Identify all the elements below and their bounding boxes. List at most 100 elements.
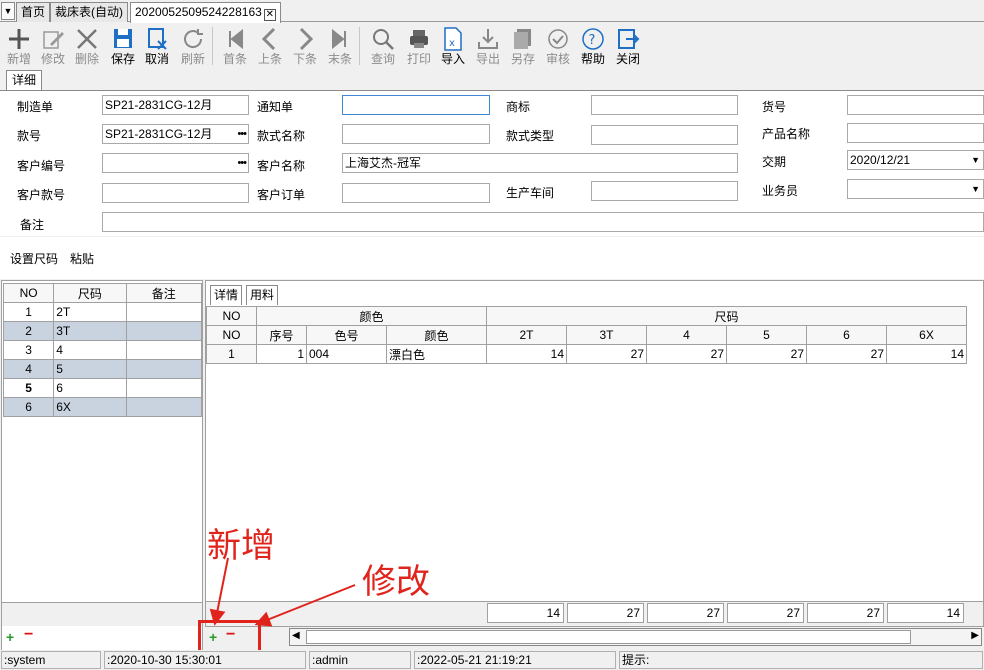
col-no-header[interactable]: NO bbox=[2, 283, 55, 303]
save-as-button[interactable]: 另存 bbox=[506, 24, 540, 68]
customer-name-field[interactable]: 上海艾杰-冠军 bbox=[342, 153, 738, 173]
note-cell[interactable] bbox=[125, 321, 203, 341]
table-row[interactable]: 1 1 004 漂白色 14 27 27 27 27 14 bbox=[206, 344, 967, 364]
salesman-dropdown[interactable]: ▼ bbox=[847, 179, 984, 199]
close-button[interactable]: 关闭 bbox=[611, 24, 645, 68]
tab-order[interactable]: 2020052509524228163 ✕ bbox=[130, 2, 281, 23]
customer-code-field[interactable]: ••• bbox=[102, 153, 249, 173]
tab-material[interactable]: 用料 bbox=[246, 285, 279, 305]
query-button[interactable]: 查询 bbox=[366, 24, 400, 68]
qty-cell[interactable]: 14 bbox=[486, 344, 567, 364]
scrollbar-thumb[interactable] bbox=[306, 630, 911, 644]
print-button[interactable]: 打印 bbox=[402, 24, 436, 68]
note-cell[interactable] bbox=[125, 397, 203, 417]
last-record-button[interactable]: 末条 bbox=[323, 24, 357, 68]
left-remove-row-icon[interactable]: − bbox=[24, 626, 33, 644]
tab-list-dropdown[interactable]: ▼ bbox=[1, 2, 15, 20]
customer-style-field[interactable] bbox=[102, 183, 249, 203]
save-button[interactable]: 保存 bbox=[106, 24, 140, 68]
manufacture-order-field[interactable]: SP21-2831CG-12月 bbox=[102, 95, 249, 115]
close-tab-icon[interactable]: ✕ bbox=[263, 9, 276, 21]
brand-field[interactable] bbox=[591, 95, 738, 115]
import-button[interactable]: x 导入 bbox=[436, 24, 470, 68]
paste-button[interactable]: 粘贴 bbox=[70, 250, 94, 267]
note-cell[interactable] bbox=[125, 359, 203, 379]
table-row[interactable]: 2 3T bbox=[2, 321, 203, 341]
cancel-button[interactable]: 取消 bbox=[140, 24, 174, 68]
scroll-right-icon[interactable]: ▶ bbox=[971, 630, 979, 641]
qty-cell[interactable]: 27 bbox=[726, 344, 807, 364]
table-row[interactable]: 1 2T bbox=[2, 302, 203, 322]
col-seq-header[interactable]: 序号 bbox=[256, 325, 307, 345]
horizontal-scrollbar[interactable]: ◀ ▶ bbox=[289, 628, 982, 646]
table-row[interactable]: 4 5 bbox=[2, 359, 203, 379]
col-size-header[interactable]: 6 bbox=[806, 325, 887, 345]
notice-field[interactable] bbox=[342, 95, 490, 115]
note-cell[interactable] bbox=[125, 302, 203, 322]
col-size-header[interactable]: 5 bbox=[726, 325, 807, 345]
item-no-field[interactable] bbox=[847, 95, 984, 115]
workshop-label: 生产车间 bbox=[506, 186, 555, 200]
col-size-header[interactable]: 6X bbox=[886, 325, 967, 345]
col-no-header[interactable]: NO bbox=[206, 325, 257, 345]
tab-home[interactable]: 首页 bbox=[16, 2, 51, 22]
seq-cell[interactable]: 1 bbox=[256, 344, 307, 364]
table-row[interactable]: 6 6X bbox=[2, 397, 203, 417]
review-button[interactable]: 审核 bbox=[541, 24, 575, 68]
chevron-down-icon[interactable]: ▼ bbox=[971, 151, 980, 169]
style-name-field[interactable] bbox=[342, 124, 490, 144]
ellipsis-icon[interactable]: ••• bbox=[237, 125, 247, 143]
scroll-left-icon[interactable]: ◀ bbox=[292, 630, 300, 641]
delete-button[interactable]: 删除 bbox=[70, 24, 104, 68]
delivery-date-picker[interactable]: 2020/12/21 ▼ bbox=[847, 150, 984, 170]
first-record-button[interactable]: 首条 bbox=[218, 24, 252, 68]
table-row[interactable]: 3 4 bbox=[2, 340, 203, 360]
tab-detail-sub[interactable]: 详情 bbox=[210, 285, 243, 305]
note-cell[interactable] bbox=[125, 340, 203, 360]
chevron-down-icon[interactable]: ▼ bbox=[971, 180, 980, 198]
qty-cell[interactable]: 27 bbox=[566, 344, 647, 364]
customer-order-field[interactable] bbox=[342, 183, 490, 203]
col-size-header[interactable]: 尺码 bbox=[53, 283, 127, 303]
refresh-button[interactable]: 刷新 bbox=[176, 24, 210, 68]
workshop-field[interactable] bbox=[591, 181, 738, 201]
qty-cell[interactable]: 14 bbox=[886, 344, 967, 364]
col-color-code-header[interactable]: 色号 bbox=[306, 325, 387, 345]
tab-cutting-table[interactable]: 裁床表(自动) bbox=[50, 2, 128, 22]
export-button[interactable]: 导出 bbox=[471, 24, 505, 68]
help-button[interactable]: ? 帮助 bbox=[576, 24, 610, 68]
col-size-header[interactable]: 3T bbox=[566, 325, 647, 345]
next-record-button[interactable]: 下条 bbox=[288, 24, 322, 68]
color-code-cell[interactable]: 004 bbox=[306, 344, 387, 364]
product-name-field[interactable] bbox=[847, 123, 984, 143]
left-add-row-icon[interactable]: + bbox=[6, 629, 14, 645]
qty-cell[interactable]: 27 bbox=[646, 344, 727, 364]
size-cell[interactable]: 5 bbox=[53, 359, 127, 379]
style-no-field[interactable]: SP21-2831CG-12月 ••• bbox=[102, 124, 249, 144]
size-cell[interactable]: 3T bbox=[53, 321, 127, 341]
qty-cell[interactable]: 27 bbox=[806, 344, 887, 364]
query-button-label: 查询 bbox=[370, 52, 395, 66]
refresh-icon bbox=[176, 24, 210, 52]
style-type-field[interactable] bbox=[591, 125, 738, 145]
size-cell[interactable]: 2T bbox=[53, 302, 127, 322]
set-size-button[interactable]: 设置尺码 bbox=[10, 250, 58, 267]
tab-detail[interactable]: 详细 bbox=[6, 70, 43, 90]
size-cell[interactable]: 4 bbox=[53, 340, 127, 360]
salesman-label: 业务员 bbox=[762, 184, 799, 198]
color-cell[interactable]: 漂白色 bbox=[386, 344, 487, 364]
remark-field[interactable] bbox=[102, 212, 984, 232]
size-cell[interactable]: 6X bbox=[53, 397, 127, 417]
col-size-header[interactable]: 2T bbox=[486, 325, 567, 345]
prev-record-button[interactable]: 上条 bbox=[253, 24, 287, 68]
size-cell[interactable]: 6 bbox=[53, 378, 127, 398]
delivery-value: 2020/12/21 bbox=[850, 153, 911, 167]
new-button[interactable]: 新增 bbox=[2, 24, 36, 68]
col-color-header[interactable]: 颜色 bbox=[386, 325, 487, 345]
table-row[interactable]: 5 6 bbox=[2, 378, 203, 398]
col-note-header[interactable]: 备注 bbox=[125, 283, 203, 303]
edit-button[interactable]: 修改 bbox=[36, 24, 70, 68]
col-size-header[interactable]: 4 bbox=[646, 325, 727, 345]
note-cell[interactable] bbox=[125, 378, 203, 398]
ellipsis-icon[interactable]: ••• bbox=[237, 154, 247, 172]
